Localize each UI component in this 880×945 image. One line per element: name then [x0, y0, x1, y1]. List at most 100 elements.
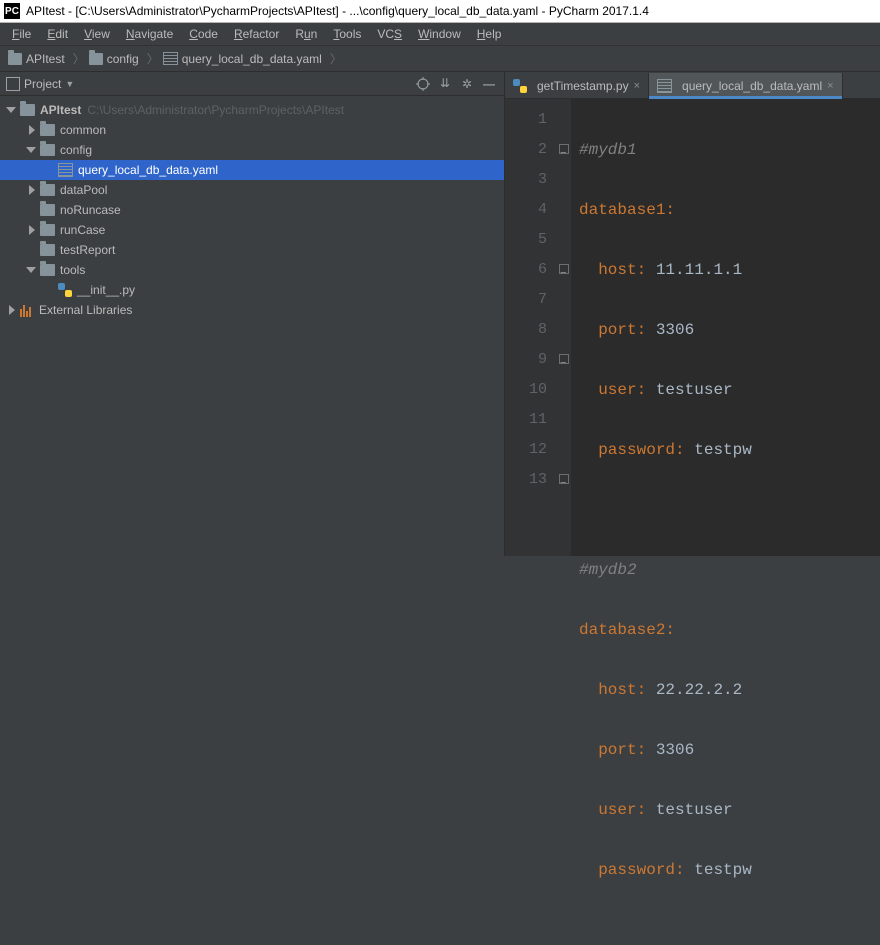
menu-navigate[interactable]: Navigate — [118, 25, 181, 43]
tree-item-label: query_local_db_data.yaml — [78, 163, 218, 177]
tree-root[interactable]: APItest C:\Users\Administrator\PycharmPr… — [0, 100, 504, 120]
menu-bar: File Edit View Navigate Code Refactor Ru… — [0, 23, 880, 46]
tree-runcase[interactable]: runCase — [0, 220, 504, 240]
tree-item-label: testReport — [60, 243, 115, 257]
line-number: 9 — [509, 345, 547, 375]
tab-query-local-db[interactable]: query_local_db_data.yaml × — [649, 73, 843, 98]
project-tree[interactable]: APItest C:\Users\Administrator\PycharmPr… — [0, 96, 504, 556]
tree-config[interactable]: config — [0, 140, 504, 160]
tree-noruncase[interactable]: noRuncase — [0, 200, 504, 220]
menu-code[interactable]: Code — [181, 25, 226, 43]
breadcrumb-root-label: APItest — [26, 52, 65, 66]
code-value: testpw — [694, 441, 752, 459]
line-number: 10 — [509, 375, 547, 405]
code-key: password — [598, 441, 675, 459]
folder-icon — [89, 53, 103, 65]
gear-icon: ✲ — [462, 77, 472, 91]
expand-icon[interactable] — [26, 224, 38, 236]
fold-toggle[interactable] — [557, 255, 571, 285]
code-value: testuser — [656, 801, 733, 819]
project-tool-window: Project ▼ ⇊ ✲ — APItest C:\Users\Admi — [0, 72, 505, 556]
window-title: APItest - [C:\Users\Administrator\Pychar… — [26, 4, 649, 18]
app-icon: PC — [4, 3, 20, 19]
yaml-file-icon — [58, 163, 73, 177]
tree-item-label: common — [60, 123, 106, 137]
menu-run[interactable]: Run — [287, 25, 325, 43]
expand-icon[interactable] — [26, 124, 38, 136]
code-key: port — [598, 741, 636, 759]
folder-icon — [40, 244, 55, 256]
tree-item-label: dataPool — [60, 183, 107, 197]
breadcrumb-folder[interactable]: config — [87, 52, 145, 66]
menu-edit[interactable]: Edit — [39, 25, 76, 43]
code-comment: #mydb2 — [579, 561, 637, 579]
expand-icon[interactable] — [26, 264, 38, 276]
tree-tools[interactable]: tools — [0, 260, 504, 280]
line-number: 12 — [509, 435, 547, 465]
folder-icon — [40, 124, 55, 136]
library-icon — [20, 303, 34, 317]
tree-item-label: External Libraries — [39, 303, 132, 317]
chevron-right-icon: 〉 — [73, 50, 85, 67]
menu-view[interactable]: View — [76, 25, 118, 43]
settings-button[interactable]: ✲ — [458, 75, 476, 93]
code-editor[interactable]: 1 2 3 4 5 6 7 8 9 10 11 12 13 — [505, 99, 880, 556]
minimize-icon: — — [483, 77, 495, 91]
yaml-file-icon — [163, 52, 178, 65]
folder-icon — [40, 204, 55, 216]
expand-icon[interactable] — [6, 304, 18, 316]
code-value: 22.22.2.2 — [656, 681, 742, 699]
close-icon[interactable]: × — [634, 80, 640, 92]
expand-icon[interactable] — [26, 184, 38, 196]
close-icon[interactable]: × — [827, 80, 833, 92]
window-titlebar: PC APItest - [C:\Users\Administrator\Pyc… — [0, 0, 880, 23]
locate-button[interactable] — [414, 75, 432, 93]
menu-vcs[interactable]: VCS — [369, 25, 410, 43]
tree-testreport[interactable]: testReport — [0, 240, 504, 260]
code-value: testuser — [656, 381, 733, 399]
breadcrumb-file[interactable]: query_local_db_data.yaml — [161, 52, 328, 66]
tree-external-libraries[interactable]: External Libraries — [0, 300, 504, 320]
tree-root-path: C:\Users\Administrator\PycharmProjects\A… — [87, 103, 344, 117]
breadcrumb-root[interactable]: APItest — [6, 52, 71, 66]
hide-button[interactable]: — — [480, 75, 498, 93]
menu-help[interactable]: Help — [469, 25, 510, 43]
chevron-right-icon: 〉 — [330, 50, 342, 67]
tab-gettimestamp[interactable]: getTimestamp.py × — [505, 73, 649, 98]
fold-toggle[interactable] — [557, 465, 571, 495]
python-file-icon — [513, 79, 527, 93]
code-key: host — [598, 681, 636, 699]
chevron-right-icon: 〉 — [147, 50, 159, 67]
fold-toggle[interactable] — [557, 135, 571, 165]
fold-toggle[interactable] — [557, 345, 571, 375]
line-number: 13 — [509, 465, 547, 495]
tree-tools-init[interactable]: __init__.py — [0, 280, 504, 300]
tree-item-label: noRuncase — [60, 203, 121, 217]
editor-area: getTimestamp.py × query_local_db_data.ya… — [505, 72, 880, 556]
tree-item-label: runCase — [60, 223, 105, 237]
line-number: 4 — [509, 195, 547, 225]
menu-window[interactable]: Window — [410, 25, 469, 43]
project-tool-title[interactable]: Project — [24, 77, 61, 91]
line-number: 7 — [509, 285, 547, 315]
breadcrumb: APItest 〉 config 〉 query_local_db_data.y… — [0, 46, 880, 72]
folder-icon — [40, 264, 55, 276]
tree-config-file[interactable]: query_local_db_data.yaml — [0, 160, 504, 180]
line-number: 5 — [509, 225, 547, 255]
menu-file[interactable]: File — [4, 25, 39, 43]
line-number: 3 — [509, 165, 547, 195]
tab-label: query_local_db_data.yaml — [682, 79, 822, 93]
code-key: host — [598, 261, 636, 279]
expand-icon[interactable] — [26, 144, 38, 156]
collapse-all-button[interactable]: ⇊ — [436, 75, 454, 93]
menu-refactor[interactable]: Refactor — [226, 25, 287, 43]
dropdown-icon[interactable]: ▼ — [65, 79, 74, 89]
code-key: user — [598, 381, 636, 399]
folder-icon — [20, 104, 35, 116]
menu-tools[interactable]: Tools — [325, 25, 369, 43]
tree-item-label: __init__.py — [77, 283, 135, 297]
code-content[interactable]: #mydb1 database1: host: 11.11.1.1 port: … — [571, 99, 880, 556]
tree-datapool[interactable]: dataPool — [0, 180, 504, 200]
expand-icon[interactable] — [6, 104, 18, 116]
tree-common[interactable]: common — [0, 120, 504, 140]
